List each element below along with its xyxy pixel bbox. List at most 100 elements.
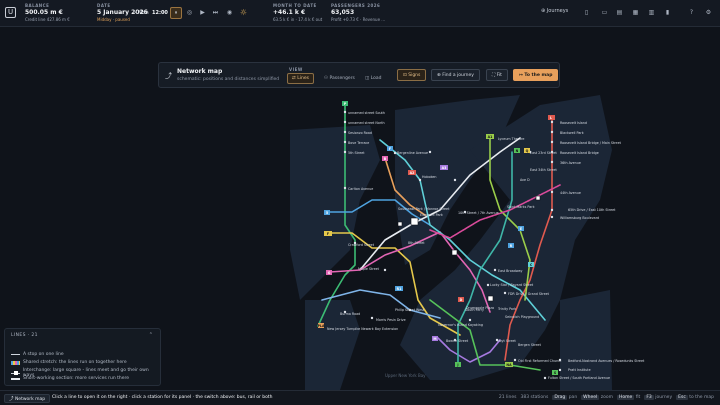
- svg-text:Bedford-Nostrand Avenues / Ros: Bedford-Nostrand Avenues / Rosedunks Str…: [568, 359, 645, 363]
- lines-icon: ⇄: [292, 76, 296, 81]
- lines-title: LINES: [11, 333, 26, 338]
- svg-text:G: G: [328, 271, 331, 275]
- svg-text:Bergenline Avenue: Bergenline Avenue: [397, 151, 428, 155]
- svg-text:Lyceum Theatre: Lyceum Theatre: [498, 137, 524, 141]
- interchange-swatch-icon: [11, 370, 20, 375]
- route-small-icon: ⤴: [9, 397, 14, 402]
- lines-header[interactable]: LINES · 21: [11, 333, 38, 338]
- svg-text:Roosevelt Island: Roosevelt Island: [560, 121, 587, 125]
- top-bar: U BALANCE 500.05 m € Credit line 427.86 …: [0, 0, 720, 27]
- svg-text:unnamed street North: unnamed street North: [348, 121, 385, 125]
- slow-speed-icon[interactable]: ◎: [185, 8, 194, 17]
- svg-text:Pratt Institute: Pratt Institute: [568, 368, 591, 372]
- passengers-profit: Profit +0.73 € · Revenue …: [331, 17, 386, 22]
- fast-forward-icon[interactable]: ⏭: [211, 8, 220, 17]
- view-lines-button[interactable]: ⇄ Lines: [287, 73, 314, 84]
- svg-text:A2: A2: [410, 171, 415, 175]
- panel-title: Network map: [177, 68, 223, 75]
- esc-action: to the map: [689, 395, 714, 400]
- view-passengers-button[interactable]: ⚇ Passengers: [319, 73, 360, 84]
- bar-chart-icon[interactable]: ▮: [663, 8, 672, 17]
- drag-action: pan: [568, 395, 578, 400]
- profit: Profit +0.73 €: [331, 17, 359, 22]
- chevron-up-icon[interactable]: ⌃: [149, 332, 153, 338]
- svg-text:East Broadway: East Broadway: [498, 269, 523, 273]
- settings-gear-icon[interactable]: ⚙: [704, 8, 713, 17]
- weather-sun-icon[interactable]: ☼: [239, 8, 248, 17]
- svg-text:R1: R1: [397, 287, 402, 291]
- svg-text:Morris Pesin Drive: Morris Pesin Drive: [376, 318, 406, 322]
- weekday: Mon: [138, 10, 149, 16]
- calendar-icon[interactable]: ▦: [631, 8, 640, 17]
- play-icon[interactable]: ▶: [198, 8, 207, 17]
- svg-text:65th Drive / East 10th Street: 65th Drive / East 10th Street: [568, 208, 616, 212]
- month-caption: MONTH TO DATE: [273, 3, 317, 8]
- view-passengers-label: Passengers: [329, 76, 355, 81]
- to-the-map-button[interactable]: ↦ To the map: [513, 69, 559, 81]
- month-group: MONTH TO DATE +46.1 k € 63.5 k € in · 17…: [273, 3, 322, 22]
- view-load-label: Load: [370, 76, 382, 81]
- tag-label: Network map: [14, 397, 46, 402]
- fastest-speed-icon[interactable]: ◉: [225, 8, 234, 17]
- interchange-elephant-park: [410, 217, 419, 226]
- svg-text:8th Street: 8th Street: [408, 241, 425, 245]
- legend-stop: A stop on one line: [11, 352, 64, 357]
- svg-text:Maple Street: Maple Street: [358, 267, 380, 271]
- balance-value: 500.05 m €: [25, 9, 63, 16]
- svg-text:Southeast Park / Monroe Street: Southeast Park / Monroe Street: [398, 207, 450, 211]
- signs-button[interactable]: ⊡ Signs: [397, 69, 427, 81]
- fit-icon: ⛶: [492, 73, 496, 78]
- network-map-tag[interactable]: ⤴ Network map: [4, 394, 51, 403]
- svg-text:Elephant Park: Elephant Park: [420, 213, 443, 217]
- svg-text:NA: NA: [506, 363, 512, 367]
- svg-text:A3: A3: [442, 166, 447, 170]
- help-icon[interactable]: ?: [687, 8, 696, 17]
- svg-text:Bowne Street: Bowne Street: [446, 339, 469, 343]
- svg-text:Old First Reformed Church: Old First Reformed Church: [518, 359, 561, 363]
- view-load-button[interactable]: ◫ Load: [360, 73, 387, 84]
- kbd-f3: F3: [644, 395, 654, 400]
- interchange-center: [451, 249, 458, 256]
- find-journey-button[interactable]: ⊕ Find a journey: [431, 69, 480, 81]
- svg-text:Roosevelt Island Bridge / Main: Roosevelt Island Bridge / Main Street: [560, 141, 622, 145]
- svg-text:N: N: [516, 149, 519, 153]
- panel-subtitle: schematic: positions and distances simpl…: [177, 77, 280, 82]
- lines-legend-panel: LINES · 21 ⌃ A stop on one line Shared s…: [4, 328, 161, 386]
- journeys-button[interactable]: ⊕ Journeys: [541, 8, 568, 14]
- hint-3: the switch above: bus, rail or both: [195, 395, 273, 400]
- svg-text:36th Avenue: 36th Avenue: [560, 161, 581, 165]
- svg-text:Seinwich Playground: Seinwich Playground: [505, 315, 539, 319]
- svg-text:Fulton Street / South Portland: Fulton Street / South Portland Avenue: [548, 376, 610, 380]
- kbd-home: Home: [616, 395, 635, 400]
- lines-count: 21: [31, 333, 38, 338]
- legend-shared-label: Shared stretch: the lines run on togethe…: [23, 360, 127, 365]
- kbd-drag: Drag: [552, 395, 568, 400]
- find-icon: ⊕: [437, 73, 441, 78]
- svg-text:Carlton Avenue: Carlton Avenue: [348, 187, 373, 191]
- hint-1: Click a line to open it on the right: [52, 395, 128, 400]
- balance-group: BALANCE 500.05 m € Credit line 427.86 m …: [25, 3, 70, 22]
- pause-button[interactable]: ⏸: [170, 7, 182, 19]
- legend-short-working-label: Short-working section: more services run…: [23, 376, 130, 381]
- stop-swatch-icon: [11, 354, 20, 355]
- svg-text:Saint Marks Park: Saint Marks Park: [507, 205, 535, 209]
- svg-text:Trinity Park: Trinity Park: [497, 307, 516, 311]
- passengers-value: 63,053: [331, 9, 355, 16]
- svg-text:Lucky Star / Bayard Street: Lucky Star / Bayard Street: [490, 283, 534, 287]
- map-land: [290, 95, 612, 390]
- app-logo[interactable]: U: [5, 7, 16, 18]
- report-icon[interactable]: ▤: [615, 8, 624, 17]
- svg-text:Blackwell Park: Blackwell Park: [560, 131, 584, 135]
- find-label: Find a journey: [442, 73, 474, 78]
- svg-text:Ave D: Ave D: [520, 178, 530, 182]
- chart-icon[interactable]: ▥: [647, 8, 656, 17]
- hint-2: click a station for its panel: [131, 395, 192, 400]
- balance-caption: BALANCE: [25, 3, 50, 8]
- svg-text:J: J: [456, 363, 458, 367]
- document-icon[interactable]: ▯: [582, 8, 591, 17]
- clipboard-icon[interactable]: ▭: [600, 8, 609, 17]
- weekday-readout: – Mon: [134, 7, 149, 19]
- f3-action: journey: [655, 395, 673, 400]
- journeys-icon: ⊕: [541, 8, 546, 14]
- fit-button[interactable]: ⛶ Fit: [486, 69, 508, 81]
